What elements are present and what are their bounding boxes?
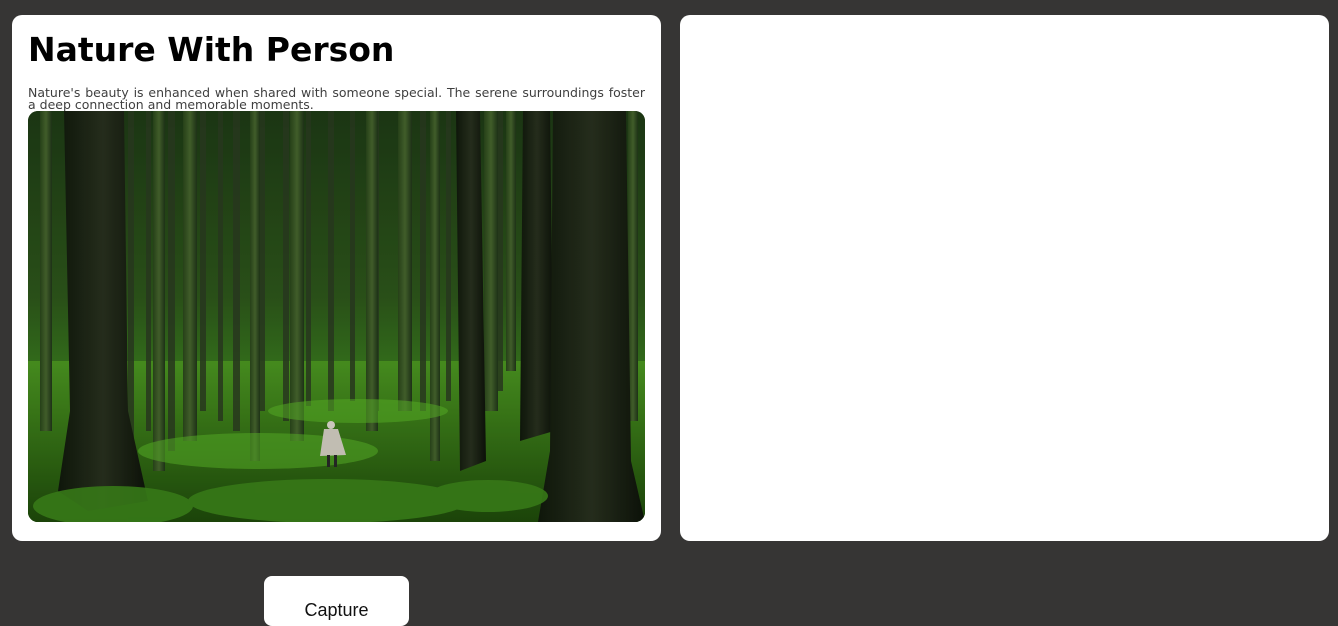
card-description: Nature's beauty is enhanced when shared …: [28, 85, 645, 112]
forest-person-photo: [28, 111, 645, 522]
card-title: Nature With Person: [28, 30, 395, 69]
preview-card: [680, 15, 1329, 541]
content-card: Nature With Person Nature's beauty is en…: [12, 15, 661, 541]
capture-button[interactable]: Capture: [264, 576, 409, 626]
